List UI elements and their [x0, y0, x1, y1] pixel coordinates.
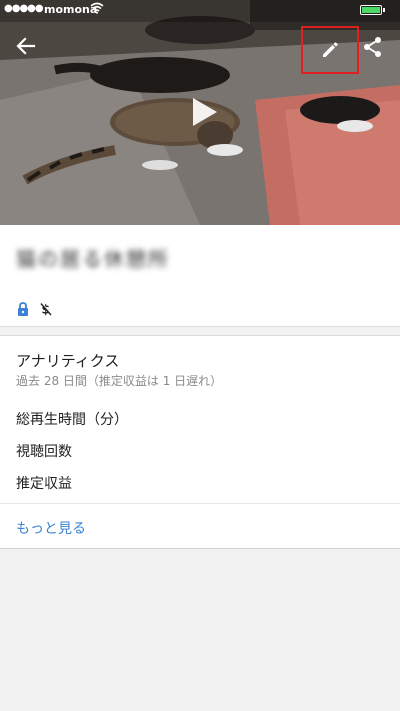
back-button[interactable]: [10, 32, 42, 60]
lock-icon: [17, 301, 29, 320]
share-button[interactable]: [358, 32, 388, 62]
see-more-link[interactable]: もっと見る: [16, 518, 86, 538]
arrow-back-icon: [16, 37, 36, 55]
pencil-icon: [323, 42, 338, 57]
analytics-card: アナリティクス 過去 28 日間（推定収益は 1 日遅れ） 総再生時間（分） 視…: [0, 335, 400, 549]
video-title: 猫の居る休憩所: [16, 247, 170, 271]
share-icon: [364, 37, 381, 57]
play-button[interactable]: [189, 97, 219, 127]
metric-views: 視聴回数: [16, 444, 72, 460]
wifi-icon: [90, 2, 104, 17]
status-bar: ●●●●● momona: [0, 0, 400, 20]
battery-icon: [360, 5, 382, 15]
edit-button[interactable]: [301, 26, 359, 74]
divider: [0, 503, 400, 504]
metric-estimated-revenue: 推定収益: [16, 476, 72, 492]
play-icon: [193, 98, 217, 126]
video-info-card: 猫の居る休憩所 $: [0, 225, 400, 327]
analytics-heading: アナリティクス: [16, 352, 120, 370]
monetization-off-icon: $: [40, 301, 53, 320]
metric-watch-time: 総再生時間（分）: [16, 412, 128, 428]
analytics-subheading: 過去 28 日間（推定収益は 1 日遅れ）: [16, 374, 223, 388]
video-player[interactable]: ●●●●● momona: [0, 0, 400, 225]
signal-strength: ●●●●●: [4, 3, 44, 14]
